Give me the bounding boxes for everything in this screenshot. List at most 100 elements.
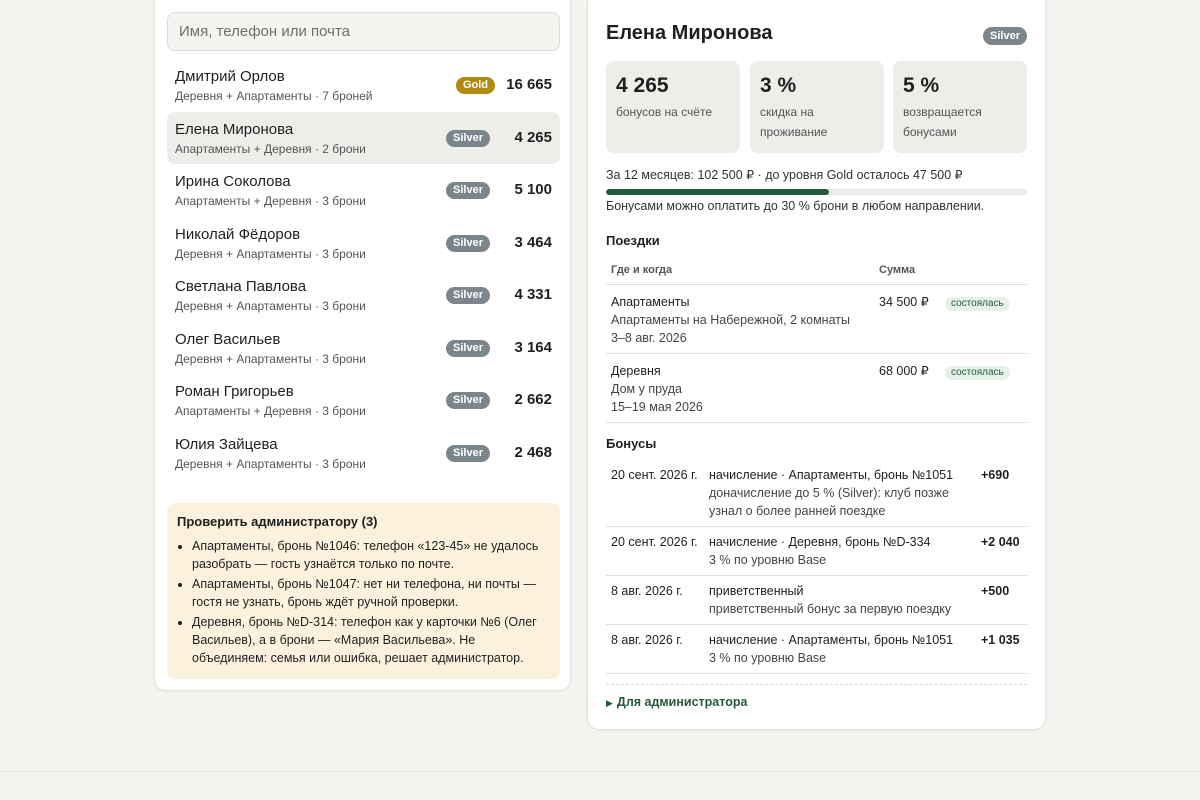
client-points: 3 464	[514, 233, 552, 251]
tier-badge: Silver	[446, 392, 490, 409]
bonus-date: 8 авг. 2026 г.	[606, 624, 704, 674]
client-row[interactable]: Роман Григорьев Апартаменты + Деревня · …	[167, 374, 560, 427]
tier-badge: Silver	[446, 182, 490, 199]
client-points: 3 164	[514, 338, 552, 356]
bonus-type: начисление · Апартаменты, бронь №1051	[709, 468, 954, 482]
client-bookings: Деревня + Апартаменты · 3 брони	[175, 246, 366, 261]
stat-card-discount: 3 % скидка на проживание	[750, 61, 884, 153]
profile-name: Елена Миронова	[606, 22, 773, 44]
bonus-date: 8 авг. 2026 г.	[606, 575, 704, 625]
trips-section-title: Поездки	[606, 233, 660, 248]
trip-sum: 34 500 ₽	[874, 284, 940, 354]
client-row[interactable]: Ирина Соколова Апартаменты + Деревня · 3…	[167, 164, 560, 217]
bonus-history-table: 20 сент. 2026 г. начисление · Апартамент…	[606, 460, 1027, 674]
admin-check-title: Проверить администратору (3)	[177, 514, 378, 529]
bonuses-section-title: Бонусы	[606, 436, 657, 451]
client-profile-panel: Елена Миронова Silver 4 265 бонусов на с…	[587, 0, 1046, 730]
admin-check-box: Проверить администратору (3) Апартаменты…	[167, 503, 560, 679]
trip-place: Апартаменты	[611, 295, 690, 309]
tier-progress-fill	[606, 189, 830, 195]
trips-col-sum: Сумма	[874, 258, 940, 285]
client-name: Елена Миронова	[175, 120, 294, 138]
client-search-input[interactable]	[167, 12, 560, 51]
trip-dates: 15–19 мая 2026	[611, 400, 703, 414]
tier-badge: Silver	[446, 444, 490, 462]
admin-check-item: Апартаменты, бронь №1046: телефон «123-4…	[192, 537, 550, 573]
client-points: 2 662	[514, 391, 552, 408]
client-points: 4 265	[514, 128, 552, 146]
client-name: Олег Васильев	[175, 330, 281, 348]
client-name: Дмитрий Орлов	[175, 68, 285, 85]
client-points: 4 331	[514, 286, 552, 303]
stat-label: возвращается бонусами	[903, 105, 982, 139]
trip-place: Деревня	[611, 364, 661, 378]
bonus-date: 20 сент. 2026 г.	[606, 526, 704, 576]
tier-progress-bar	[606, 189, 1027, 195]
bonus-type: начисление · Апартаменты, бронь №1051	[709, 633, 954, 647]
admin-check-item: Деревня, бронь №D-314: телефон как у кар…	[192, 613, 550, 667]
bonus-row: 8 авг. 2026 г. приветственный приветстве…	[606, 575, 1027, 625]
admin-check-item: Апартаменты, бронь №1047: нет ни телефон…	[192, 575, 550, 611]
bonus-reason: 3 % по уровню Base	[709, 651, 827, 665]
stat-value: 4 265	[616, 74, 669, 97]
bonus-reason: доначисление до 5 % (Silver): клуб позже…	[709, 486, 949, 518]
stat-card-balance: 4 265 бонусов на счёте	[606, 61, 740, 153]
client-points: 2 468	[514, 443, 552, 461]
client-name: Светлана Павлова	[175, 278, 307, 295]
page-footer	[0, 771, 1200, 800]
client-row[interactable]: Олег Васильев Деревня + Апартаменты · 3 …	[167, 322, 560, 375]
bonus-amount: +500	[976, 575, 1027, 625]
bonus-reason: 3 % по уровню Base	[709, 553, 827, 567]
divider	[606, 684, 1027, 685]
stat-card-cashback: 5 % возвращается бонусами	[893, 61, 1027, 153]
bonus-payment-note: Бонусами можно оплатить до 30 % брони в …	[606, 199, 985, 213]
admin-check-list: Апартаменты, бронь №1046: телефон «123-4…	[177, 537, 550, 667]
bonus-amount: +1 035	[976, 624, 1027, 674]
client-row[interactable]: Николай Фёдоров Деревня + Апартаменты · …	[167, 217, 560, 270]
client-points: 5 100	[514, 181, 552, 198]
bonus-row: 8 авг. 2026 г. начисление · Апартаменты,…	[606, 624, 1027, 674]
client-name: Николай Фёдоров	[175, 225, 301, 243]
stat-value: 5 %	[903, 74, 940, 97]
bonus-row: 20 сент. 2026 г. начисление · Апартамент…	[606, 460, 1027, 527]
client-list-panel: Дмитрий Орлов Деревня + Апартаменты · 7 …	[154, 0, 571, 691]
stat-label: скидка на проживание	[760, 105, 828, 139]
client-row[interactable]: Дмитрий Орлов Деревня + Апартаменты · 7 …	[167, 59, 560, 112]
client-row-selected[interactable]: Елена Миронова Апартаменты + Деревня · 2…	[167, 111, 560, 164]
client-list: Дмитрий Орлов Деревня + Апартаменты · 7 …	[167, 59, 560, 494]
bonus-reason: приветственный бонус за первую поездку	[709, 602, 952, 616]
client-points: 16 665	[506, 76, 552, 93]
client-row[interactable]: Юлия Зайцева Деревня + Апартаменты · 3 б…	[167, 427, 560, 480]
tier-badge: Silver	[446, 129, 490, 147]
client-name: Ирина Соколова	[175, 173, 291, 190]
bonus-amount: +690	[976, 460, 1027, 527]
stat-value: 3 %	[760, 74, 797, 97]
trip-sum: 68 000 ₽	[874, 353, 940, 423]
client-bookings: Деревня + Апартаменты · 3 брони	[175, 351, 366, 366]
stat-label: бонусов на счёте	[616, 105, 713, 119]
tier-badge: Silver	[446, 339, 490, 357]
triangle-right-icon: ▶	[606, 698, 613, 708]
client-name: Юлия Зайцева	[175, 435, 278, 453]
trip-row[interactable]: Апартаменты Апартаменты на Набережной, 2…	[606, 284, 1027, 354]
bonus-type: начисление · Деревня, бронь №D-334	[709, 535, 931, 549]
trip-status-badge: состоялась	[945, 297, 1010, 311]
trip-dates: 3–8 авг. 2026	[611, 331, 687, 345]
bonus-type: приветственный	[709, 584, 804, 598]
tier-badge: Gold	[455, 77, 495, 94]
trip-status-badge: состоялась	[945, 366, 1010, 380]
bonus-amount: +2 040	[976, 526, 1027, 576]
trip-row[interactable]: Деревня Дом у пруда 15–19 мая 2026 68 00…	[606, 353, 1027, 423]
tier-badge: Silver	[446, 287, 490, 304]
client-bookings: Апартаменты + Деревня · 2 брони	[175, 141, 366, 156]
trips-table: Где и когда Сумма Апартаменты Апартамент…	[606, 258, 1027, 423]
list-scroll-fade	[167, 484, 560, 494]
client-bookings: Апартаменты + Деревня · 3 брони	[175, 194, 366, 208]
admin-section-toggle[interactable]: ▶ Для администратора	[606, 695, 747, 709]
client-bookings: Деревня + Апартаменты · 3 брони	[175, 299, 366, 313]
client-row[interactable]: Светлана Павлова Деревня + Апартаменты ·…	[167, 269, 560, 322]
bonus-row: 20 сент. 2026 г. начисление · Деревня, б…	[606, 526, 1027, 576]
trip-desc: Апартаменты на Набережной, 2 комнаты	[611, 313, 850, 327]
profile-tier-badge: Silver	[983, 27, 1027, 45]
bonus-date: 20 сент. 2026 г.	[606, 460, 704, 527]
